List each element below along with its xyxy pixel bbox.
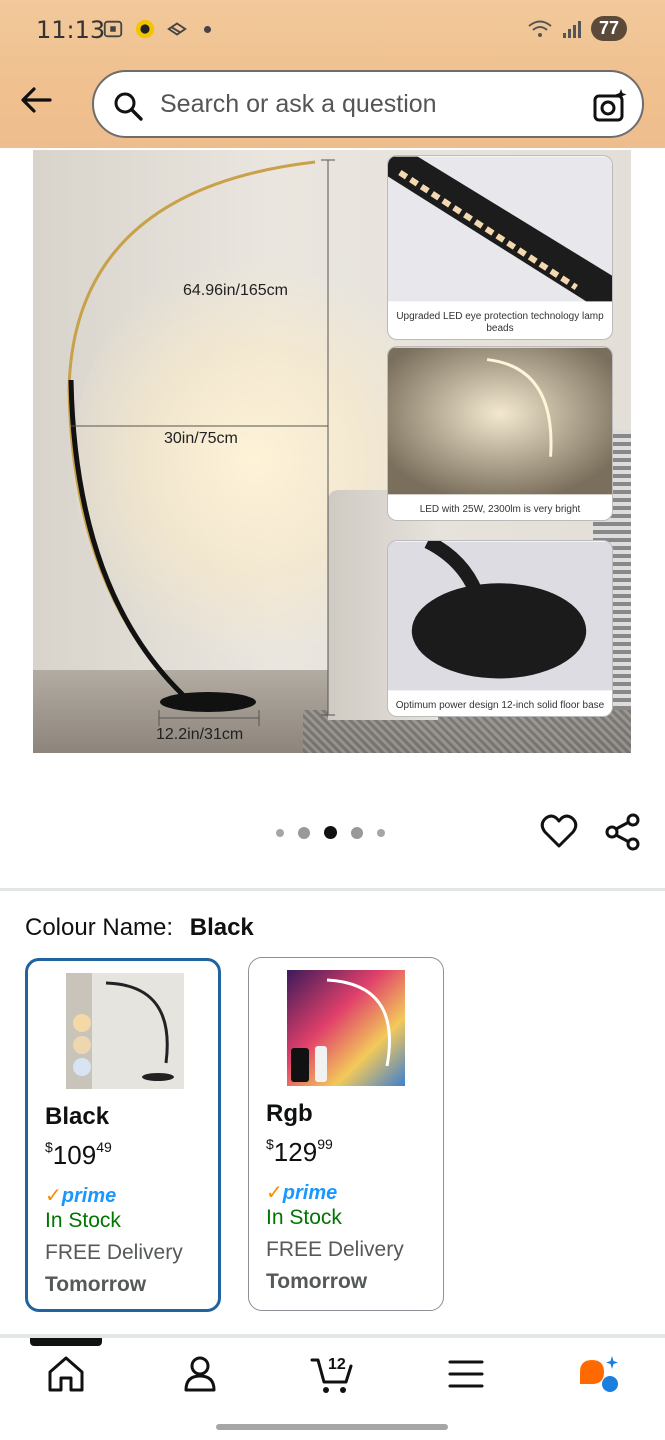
width-dimension-label: 30in/75cm bbox=[164, 430, 238, 447]
callout-caption: Upgraded LED eye protection technology l… bbox=[396, 311, 604, 334]
delivery-when: Tomorrow bbox=[45, 1273, 147, 1296]
prime-badge: ✓prime bbox=[266, 1182, 338, 1204]
pager-dot[interactable] bbox=[298, 826, 310, 839]
active-tab-indicator bbox=[30, 1338, 102, 1346]
callout-brightness: LED with 25W, 2300lm is very bright bbox=[387, 346, 613, 521]
camera-icon[interactable] bbox=[592, 88, 628, 124]
signal-icon bbox=[562, 20, 581, 38]
prime-badge: ✓prime bbox=[45, 1185, 117, 1207]
product-image[interactable]: 64.96in/165cm 30in/75cm 12.2in/31cm Upgr… bbox=[33, 150, 631, 753]
dot-icon bbox=[204, 25, 211, 33]
callout-led-beads: Upgraded LED eye protection technology l… bbox=[387, 155, 613, 340]
app-icon bbox=[135, 19, 155, 39]
prime-check-icon: ✓ bbox=[45, 1185, 62, 1207]
option-price: $12999 bbox=[266, 1136, 333, 1167]
search-bar[interactable]: Search or ask a question bbox=[92, 70, 644, 138]
stock-status: In Stock bbox=[45, 1209, 121, 1232]
colour-selected-value: Black bbox=[189, 914, 254, 941]
home-indicator[interactable] bbox=[216, 1424, 448, 1430]
ai-assistant-icon[interactable] bbox=[576, 1352, 620, 1396]
status-bar: 11:13 77 bbox=[0, 0, 665, 64]
account-icon[interactable] bbox=[178, 1352, 222, 1396]
rgb-lamp-thumbnail bbox=[287, 970, 405, 1086]
battery-indicator: 77 bbox=[590, 16, 627, 41]
pager-dot-active[interactable] bbox=[324, 826, 337, 839]
cart-count-badge: 12 bbox=[328, 1356, 346, 1373]
floor-base-image bbox=[388, 541, 612, 691]
pager-dot[interactable] bbox=[377, 828, 385, 837]
home-icon[interactable] bbox=[44, 1352, 88, 1396]
callout-caption: LED with 25W, 2300lm is very bright bbox=[419, 504, 581, 515]
brightness-image bbox=[388, 347, 612, 495]
search-icon bbox=[114, 92, 143, 121]
layers-icon bbox=[167, 22, 187, 36]
pager-dot[interactable] bbox=[276, 828, 284, 837]
colour-option-rgb[interactable]: Rgb $12999 ✓prime In Stock FREE Delivery… bbox=[248, 957, 444, 1311]
prime-check-icon: ✓ bbox=[266, 1182, 283, 1204]
colour-label-text: Colour Name: bbox=[25, 914, 174, 941]
screenshot-icon bbox=[103, 20, 123, 38]
option-name: Rgb bbox=[266, 1100, 313, 1127]
header-bar: 11:13 77 Search or ask a question bbox=[0, 0, 665, 148]
share-icon[interactable] bbox=[604, 812, 642, 852]
colour-option-black[interactable]: Black $10949 ✓prime In Stock FREE Delive… bbox=[25, 958, 221, 1312]
colour-name-label: Colour Name: Black bbox=[25, 914, 254, 942]
search-input[interactable]: Search or ask a question bbox=[160, 90, 437, 119]
status-time: 11:13 bbox=[36, 16, 106, 44]
height-dimension-label: 64.96in/165cm bbox=[183, 282, 288, 299]
callout-caption: Optimum power design 12-inch solid floor… bbox=[395, 700, 605, 711]
heart-icon[interactable] bbox=[540, 812, 578, 850]
section-divider bbox=[0, 888, 665, 891]
option-name: Black bbox=[45, 1103, 110, 1130]
delivery-when: Tomorrow bbox=[266, 1270, 368, 1293]
image-pager[interactable] bbox=[276, 826, 385, 839]
delivery-text: FREE Delivery bbox=[266, 1238, 404, 1261]
option-price: $10949 bbox=[45, 1139, 112, 1170]
delivery-text: FREE Delivery bbox=[45, 1241, 183, 1264]
back-arrow-icon[interactable] bbox=[18, 84, 54, 116]
black-lamp-thumbnail bbox=[66, 973, 184, 1089]
wifi-icon bbox=[528, 20, 552, 37]
led-beads-image bbox=[388, 156, 612, 302]
callout-floor-base: Optimum power design 12-inch solid floor… bbox=[387, 540, 613, 717]
stock-status: In Stock bbox=[266, 1206, 342, 1229]
pager-dot[interactable] bbox=[351, 826, 363, 839]
base-dimension-label: 12.2in/31cm bbox=[156, 726, 244, 743]
menu-icon[interactable] bbox=[444, 1352, 488, 1396]
